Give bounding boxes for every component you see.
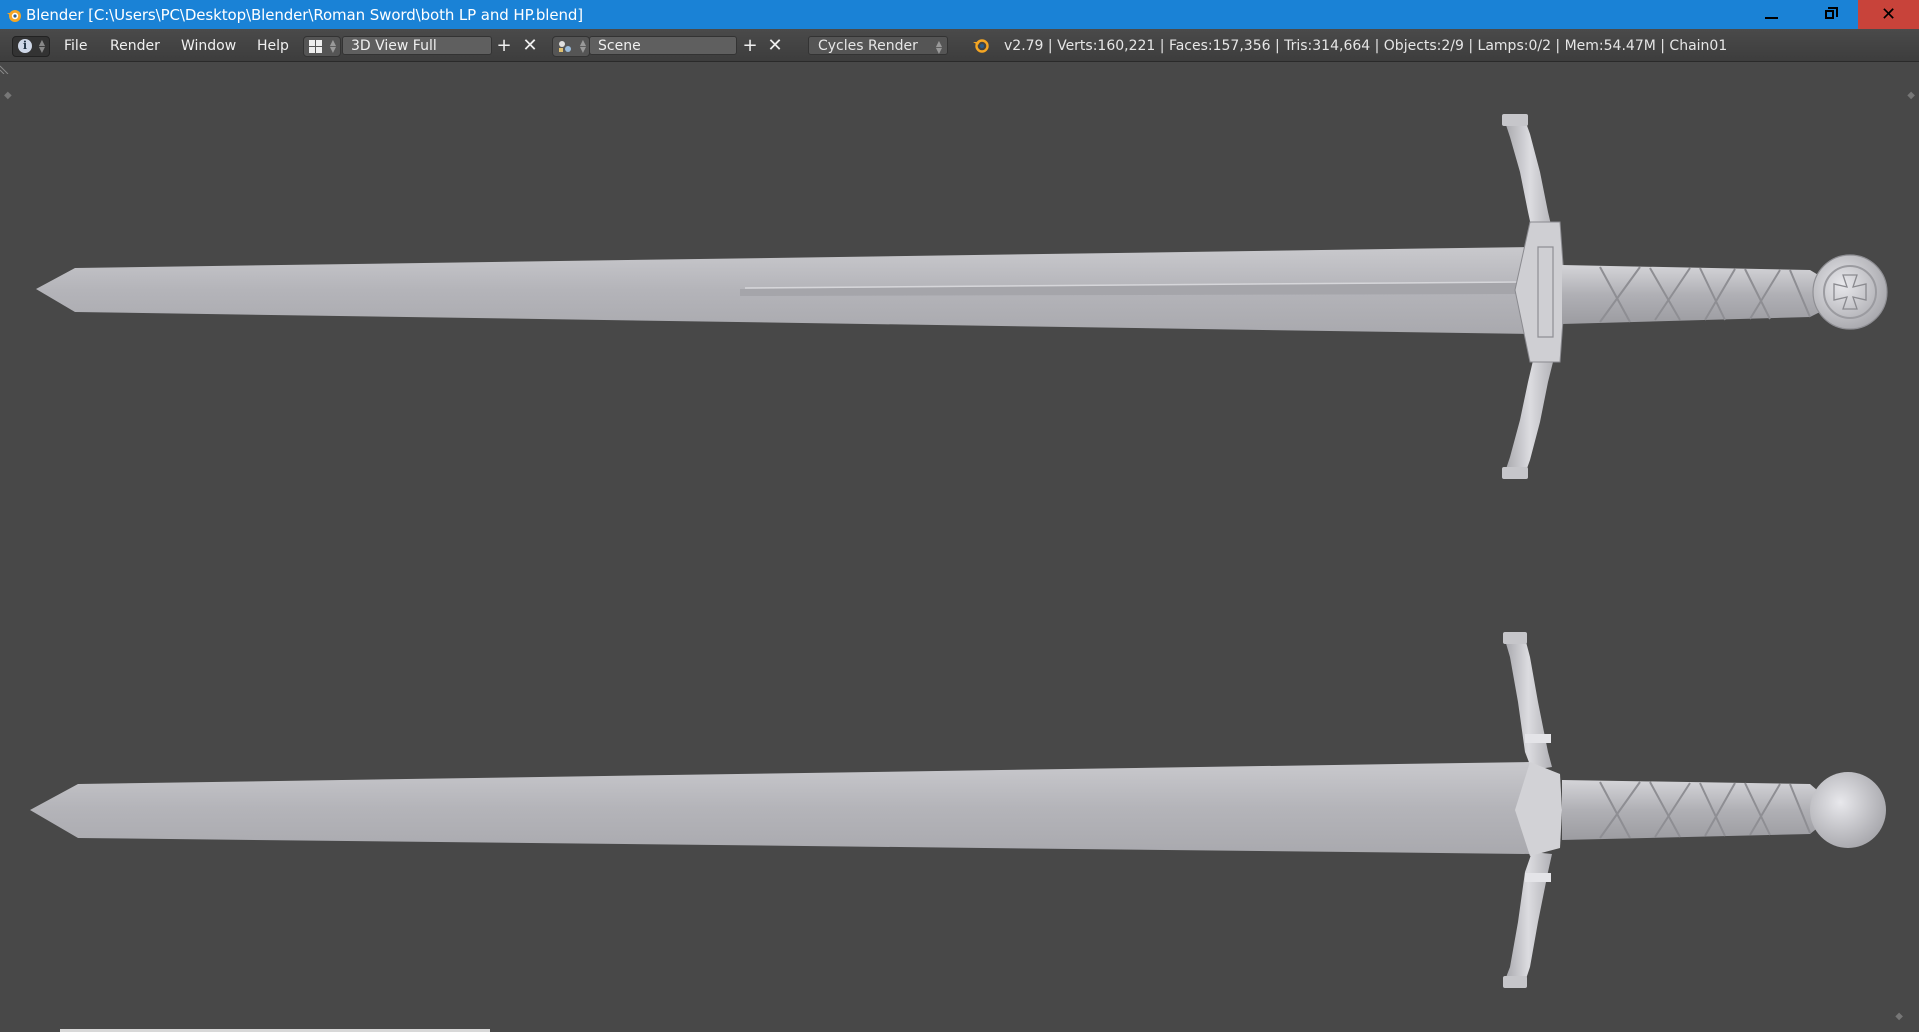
crossguard-lower (1505, 352, 1555, 474)
blade (30, 762, 1530, 854)
blender-logo-icon (973, 39, 989, 53)
pommel (1810, 772, 1886, 848)
crossguard-lower-cap (1503, 976, 1527, 988)
low-poly-sword[interactable] (30, 632, 1886, 988)
plus-icon: + (742, 35, 758, 56)
menu-file[interactable]: File (64, 38, 87, 54)
editor-type-selector[interactable]: i ▲ ▼ (12, 36, 50, 57)
guard-band-lower (1525, 873, 1551, 882)
scene-icon (559, 41, 571, 52)
crossguard-upper-cap (1502, 114, 1528, 126)
plus-icon: + (496, 35, 512, 56)
chevron-updown-icon: ▲ ▼ (329, 38, 336, 54)
minimize-icon (1764, 16, 1778, 19)
menu-help[interactable]: Help (257, 38, 289, 54)
crossguard-lower-cap (1502, 467, 1528, 479)
guard-center (1514, 221, 1566, 363)
scene-browse[interactable]: ▲ ▼ (552, 36, 590, 57)
menu-render[interactable]: Render (110, 38, 160, 54)
area-split-corner-icon[interactable]: ◆ (4, 90, 12, 101)
close-button[interactable]: ✕ (1858, 0, 1919, 29)
grip (1562, 265, 1830, 324)
minimize-button[interactable] (1742, 0, 1800, 29)
chevron-updown-icon: ▲ ▼ (579, 38, 586, 54)
area-split-corner-icon[interactable]: ◆ (1895, 1011, 1903, 1022)
guard-band-upper (1525, 734, 1551, 743)
screen-layout-field[interactable]: 3D View Full (342, 36, 492, 55)
screen-layout-browse[interactable]: ▲ ▼ (303, 36, 341, 57)
x-icon: ✕ (767, 35, 783, 56)
area-resize-corner-icon[interactable] (0, 62, 12, 74)
add-screen-button[interactable]: + (495, 37, 513, 55)
menu-window[interactable]: Window (181, 38, 236, 54)
scene-field[interactable]: Scene (589, 36, 737, 55)
area-split-corner-icon[interactable]: ◆ (1907, 90, 1915, 101)
render-engine-select[interactable]: Cycles Render ▲ ▼ (808, 36, 948, 55)
crossguard-lower (1505, 852, 1552, 982)
window-titlebar: Blender [C:\Users\PC\Desktop\Blender\Rom… (0, 0, 1919, 29)
screen-layout-icon (309, 40, 322, 53)
viewport-canvas (30, 114, 1888, 988)
add-scene-button[interactable]: + (741, 37, 759, 55)
blender-app-icon (7, 10, 21, 22)
3d-viewport[interactable]: ◆ ◆ ◆ (0, 62, 1919, 1032)
scene-statistics: v2.79 | Verts:160,221 | Faces:157,356 | … (1004, 38, 1728, 54)
chevron-updown-icon: ▲ ▼ (38, 38, 45, 54)
chevron-updown-icon: ▲ ▼ (935, 39, 942, 55)
info-icon: i (18, 39, 32, 53)
crossguard-upper (1505, 638, 1552, 770)
render-engine-label: Cycles Render (818, 38, 918, 54)
close-icon: ✕ (1880, 3, 1897, 25)
maximize-button[interactable] (1800, 0, 1858, 29)
grip (1562, 780, 1825, 840)
high-poly-sword[interactable] (36, 114, 1888, 479)
delete-screen-button[interactable]: ✕ (521, 37, 539, 55)
crossguard-upper-cap (1503, 632, 1527, 644)
delete-scene-button[interactable]: ✕ (766, 37, 784, 55)
restore-icon (1824, 7, 1838, 19)
x-icon: ✕ (522, 35, 538, 56)
info-header: i ▲ ▼ File Render Window Help ▲ ▼ 3D View … (0, 29, 1919, 62)
window-title: Blender [C:\Users\PC\Desktop\Blender\Rom… (26, 6, 584, 24)
